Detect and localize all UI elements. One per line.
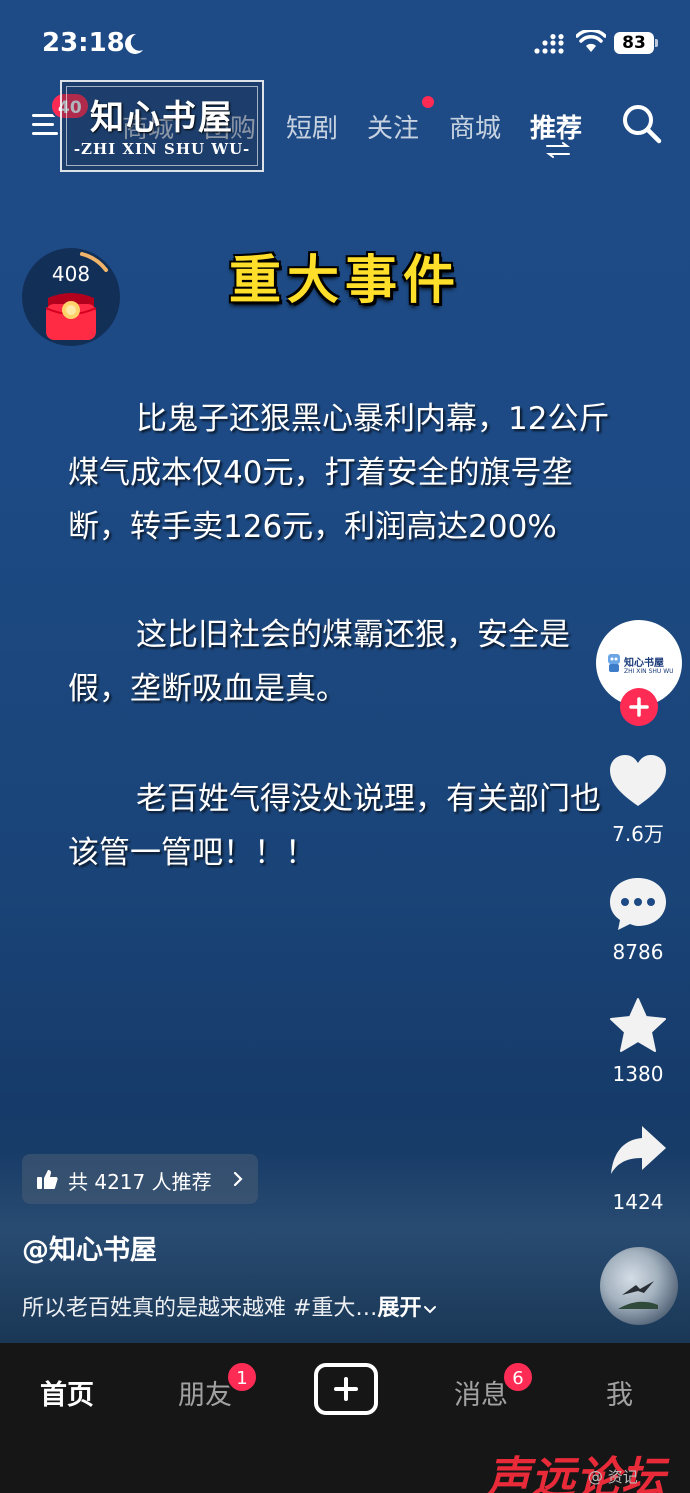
author-name[interactable]: @知心书屋 xyxy=(22,1228,157,1267)
signal-icon xyxy=(534,34,564,54)
caption-text: 所以老百姓真的是越来越难 #重大… xyxy=(22,1296,378,1321)
friends-badge: 1 xyxy=(226,1361,258,1393)
tab-me[interactable]: 我 xyxy=(606,1373,633,1412)
tab-store[interactable]: 商城 xyxy=(449,108,501,145)
forum-watermark-small: @ 资记 xyxy=(588,1468,638,1486)
chevron-right-icon xyxy=(233,1171,243,1187)
favorite-count: 1380 xyxy=(612,1062,664,1086)
messages-badge: 6 xyxy=(502,1361,534,1393)
plus-icon xyxy=(629,697,649,717)
recommend-pill[interactable]: 共 4217 人推荐 xyxy=(22,1154,258,1204)
thumbs-up-icon xyxy=(37,1170,58,1189)
share-arrow-icon[interactable] xyxy=(608,1120,668,1180)
expand-link[interactable]: 展开 xyxy=(377,1296,421,1321)
share-count: 1424 xyxy=(612,1190,664,1214)
chevron-down-icon xyxy=(424,1306,437,1314)
avatar-label: 知心书屋 xyxy=(624,658,664,669)
moon-icon xyxy=(125,33,143,54)
switch-icon[interactable] xyxy=(545,142,571,158)
tab-friends[interactable]: 朋友 xyxy=(178,1373,232,1412)
create-button[interactable] xyxy=(314,1363,378,1415)
favorite-star-icon[interactable] xyxy=(608,996,668,1056)
follow-button[interactable] xyxy=(620,688,658,726)
tab-recommend[interactable]: 推荐 xyxy=(530,108,582,145)
video-headline: 重大事件 xyxy=(228,250,461,311)
logo-subtitle: -ZHI XIN SHU WU- xyxy=(73,140,251,158)
video-text-paragraph-3: 老百姓气得没处说理，有关部门也该管一管吧！！！ xyxy=(68,781,601,871)
recommend-text: 共 4217 人推荐 xyxy=(68,1170,212,1194)
tab-messages[interactable]: 消息 xyxy=(454,1373,508,1412)
channel-logo-watermark: 知心书屋 -ZHI XIN SHU WU- xyxy=(60,80,264,172)
comment-count: 8786 xyxy=(612,940,664,964)
tab-following[interactable]: 关注 xyxy=(367,108,419,145)
bird-figure-icon xyxy=(618,1281,658,1309)
battery-indicator: 83 xyxy=(614,32,658,54)
forum-watermark: 声远论坛 xyxy=(486,1453,666,1493)
status-bar: 23:18 83 xyxy=(0,0,690,80)
mascot-icon xyxy=(608,654,620,672)
video-text-paragraph-2: 这比旧社会的煤霸还狠，安全是假，垄断吸血是真。 xyxy=(68,617,570,707)
video-caption[interactable]: 所以老百姓真的是越来越难 #重大…展开 xyxy=(22,1290,437,1322)
battery-level: 83 xyxy=(614,32,654,54)
status-time: 23:18 xyxy=(42,28,125,58)
music-disc[interactable] xyxy=(600,1247,678,1325)
comment-icon[interactable] xyxy=(608,874,668,934)
avatar-sublabel: ZHI XIN SHU WU xyxy=(624,668,674,675)
logo-title: 知心书屋 xyxy=(90,98,234,138)
video-text-paragraph-1: 比鬼子还狠黑心暴利内幕，12公斤煤气成本仅40元，打着安全的旗号垄断，转手卖12… xyxy=(68,401,610,545)
search-icon[interactable] xyxy=(620,102,662,144)
tab-shortdrama[interactable]: 短剧 xyxy=(286,108,338,145)
like-count: 7.6万 xyxy=(612,822,664,846)
wifi-icon xyxy=(576,30,606,52)
plus-icon xyxy=(334,1377,358,1401)
like-heart-icon[interactable] xyxy=(608,752,668,812)
following-dot xyxy=(422,96,434,108)
tab-home[interactable]: 首页 xyxy=(40,1373,94,1412)
